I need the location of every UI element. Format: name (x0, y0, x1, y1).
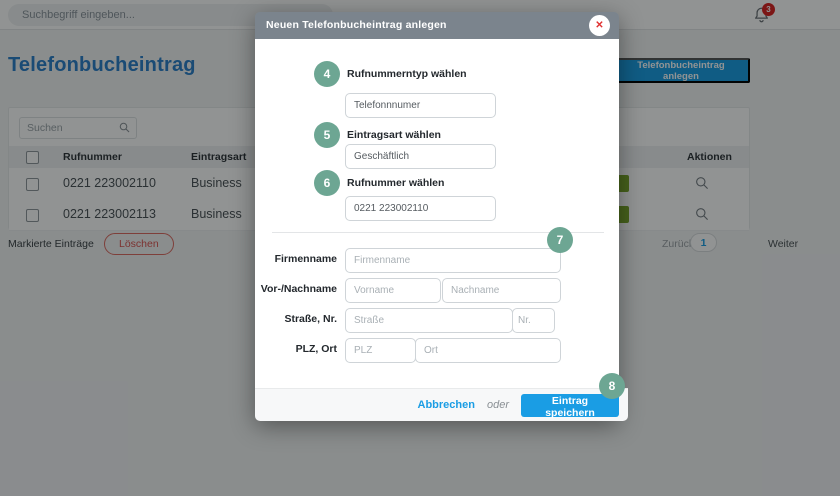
step-annotation-5: 5 (314, 122, 340, 148)
firmenname-label: Firmenname (255, 253, 337, 265)
rufnummer-input[interactable] (345, 196, 496, 221)
step-number: 8 (609, 379, 616, 393)
step-annotation-4: 4 (314, 61, 340, 87)
create-entry-modal: Neuen Telefonbucheintrag anlegen ✕ 4 Ruf… (255, 12, 619, 420)
name-label: Vor-/Nachname (255, 283, 337, 295)
step-number: 6 (324, 176, 331, 190)
step-number: 5 (324, 128, 331, 142)
ort-field[interactable] (415, 338, 561, 363)
cancel-button[interactable]: Abbrechen (418, 399, 475, 411)
modal-header: Neuen Telefonbucheintrag anlegen ✕ (255, 12, 619, 39)
step-annotation-7: 7 (547, 227, 573, 253)
plz-field[interactable] (345, 338, 416, 363)
modal-title: Neuen Telefonbucheintrag anlegen (266, 19, 447, 31)
step-label-eintragsart: Eintragsart wählen (347, 129, 441, 141)
or-label: oder (487, 399, 509, 411)
step-annotation-6: 6 (314, 170, 340, 196)
step-label-rufnummerntyp: Rufnummerntyp wählen (347, 68, 467, 80)
close-button[interactable]: ✕ (589, 15, 610, 36)
nr-field[interactable] (512, 308, 555, 333)
step-number: 4 (324, 67, 331, 81)
step-number: 7 (557, 233, 564, 247)
eintragsart-input[interactable] (345, 144, 496, 169)
strasse-label: Straße, Nr. (255, 313, 337, 325)
modal-footer: Abbrechen oder Eintrag speichern (255, 388, 628, 421)
plz-ort-label: PLZ, Ort (255, 343, 337, 355)
strasse-field[interactable] (345, 308, 513, 333)
vorname-field[interactable] (345, 278, 441, 303)
nachname-field[interactable] (442, 278, 561, 303)
close-icon: ✕ (595, 20, 603, 31)
step-label-rufnummer: Rufnummer wählen (347, 177, 444, 189)
step-annotation-8: 8 (599, 373, 625, 399)
modal-body: 4 Rufnummerntyp wählen 5 Eintragsart wäh… (255, 39, 619, 388)
rufnummerntyp-input[interactable] (345, 93, 496, 118)
firmenname-field[interactable] (345, 248, 561, 273)
